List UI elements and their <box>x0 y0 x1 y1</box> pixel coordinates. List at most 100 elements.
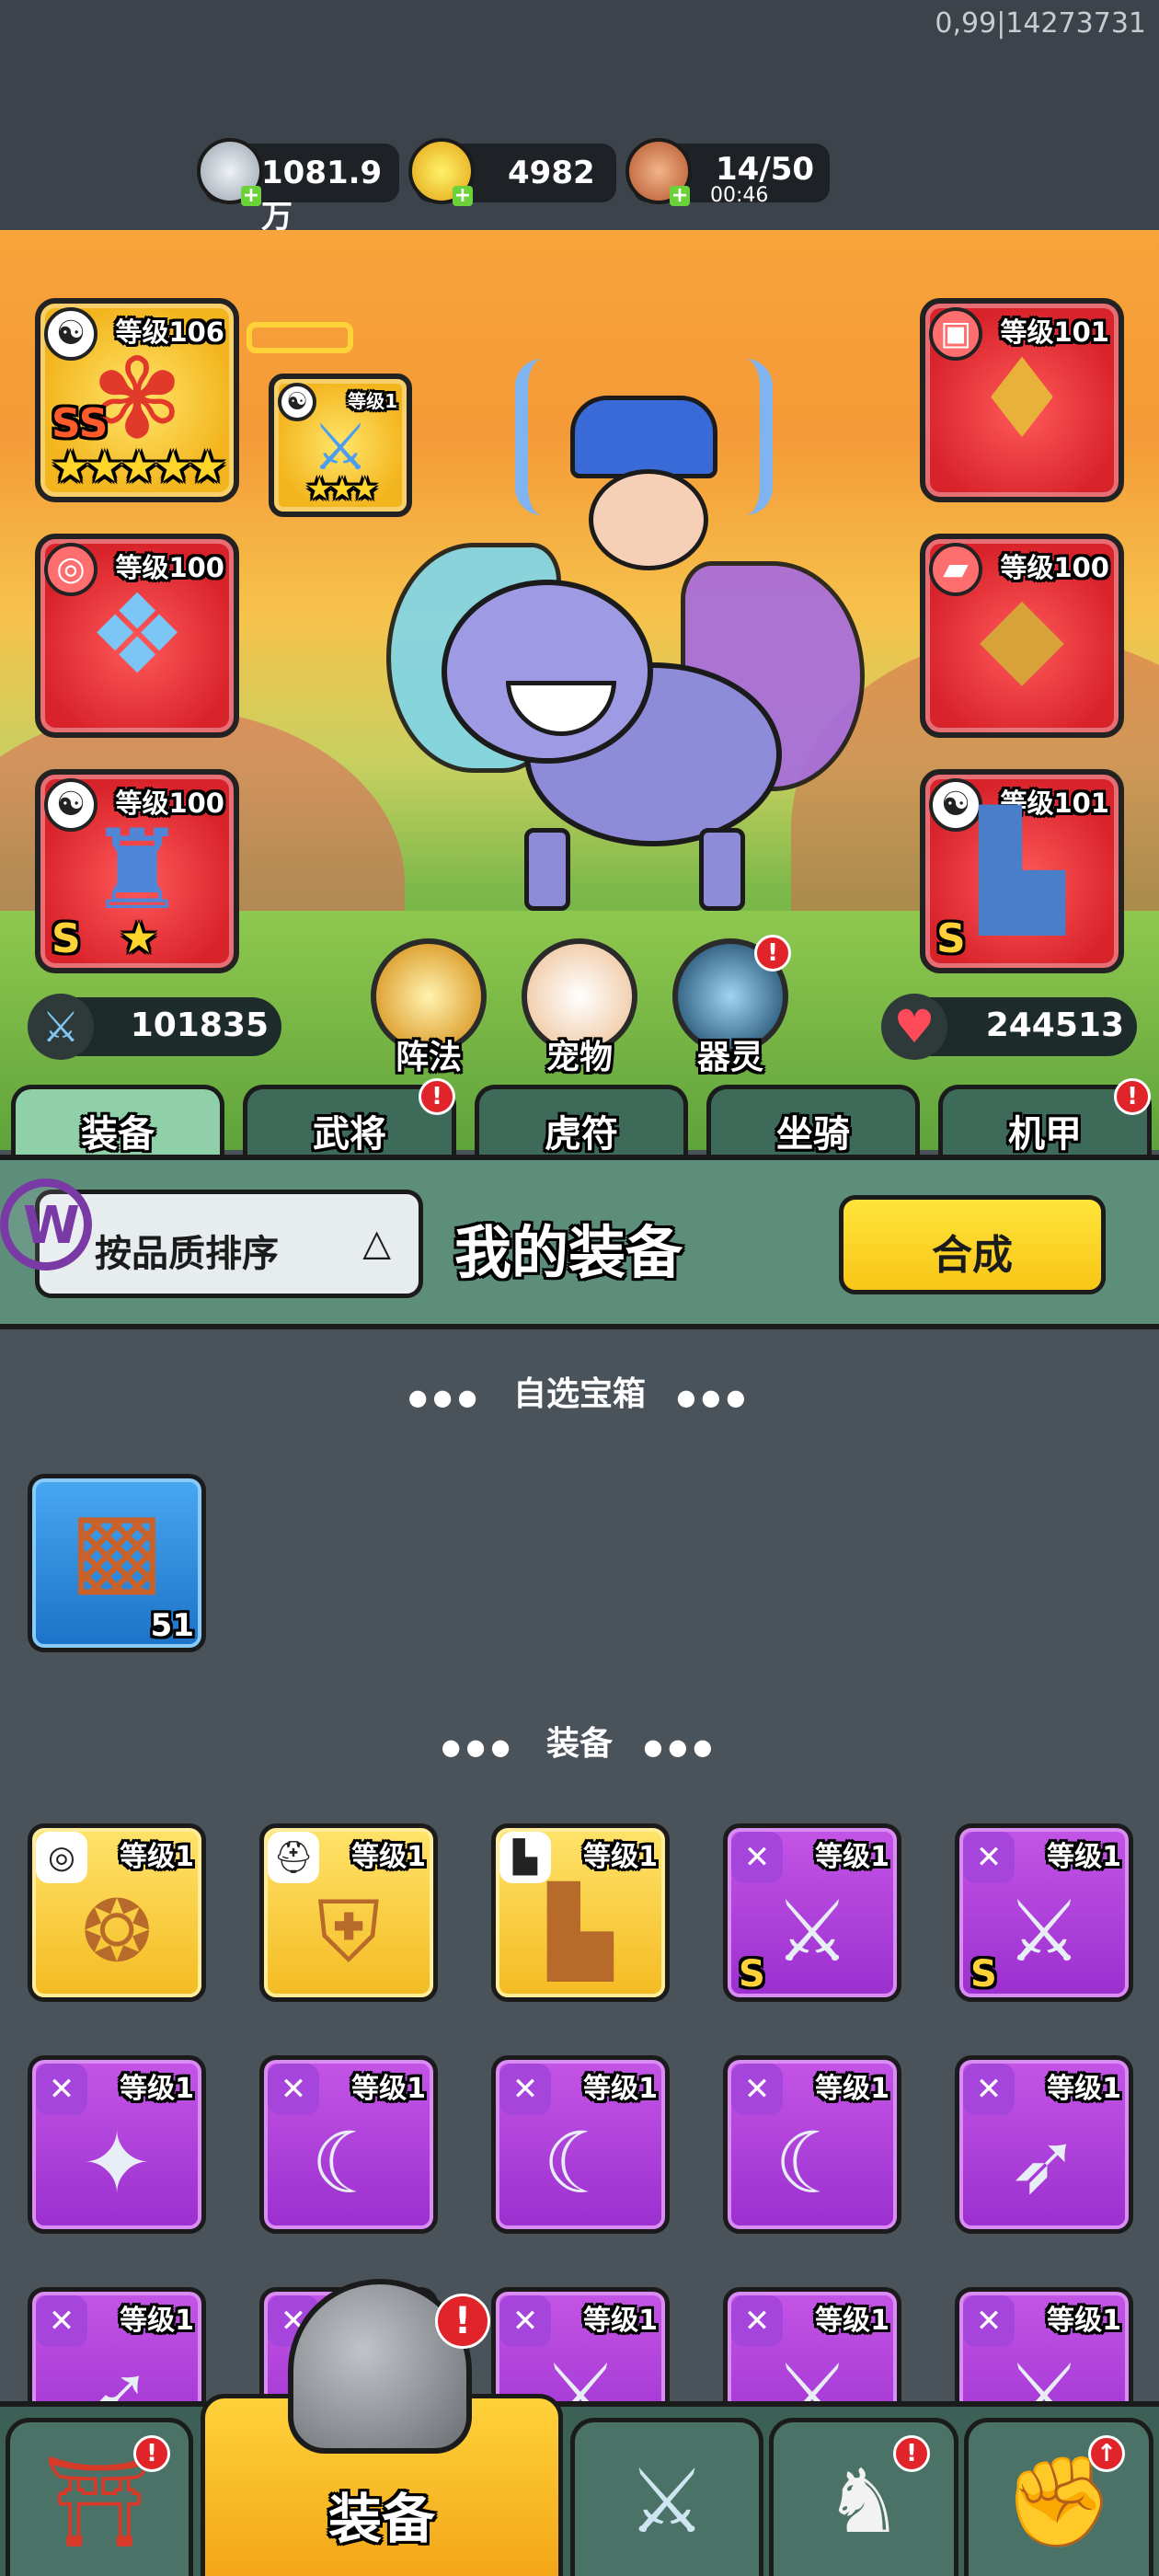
category-tabs: 装备 武将 ! 虎符 坐骑 机甲 ! <box>0 1072 1159 1164</box>
card-level: 等级1 <box>815 2073 889 2105</box>
version-text: 0,99|14273731 <box>935 7 1146 40</box>
grade-label: SS <box>52 400 109 447</box>
equipment-card[interactable]: ◎ 等级1 ❂ <box>28 1823 206 2002</box>
card-level: 等级1 <box>120 1841 194 1873</box>
equipment-card[interactable]: ✕ 等级1 ☾ <box>259 2055 438 2234</box>
sword-type-icon: ✕ <box>36 2295 87 2347</box>
sort-dropdown[interactable]: 按品质排序 △ <box>35 1190 423 1298</box>
stamina-timer: 00:46 <box>710 184 769 207</box>
crossed-swords-shield-icon: ⚔ <box>626 2450 707 2553</box>
add-silver-icon[interactable]: + <box>241 186 261 206</box>
sub-weapon-slot[interactable]: ☯ 等级1 ⚔ ★★★ <box>269 374 412 517</box>
equipment-section-header: ●●● 装备 ●●● <box>0 1717 1159 1765</box>
equipment-card[interactable]: ⛑ 等级1 ⛨ <box>259 1823 438 2002</box>
crossbow-icon: ➶ <box>1008 2114 1080 2213</box>
tab-mecha[interactable]: 机甲 ! <box>938 1078 1152 1164</box>
tab-label: 坐骑 <box>776 1113 850 1156</box>
heart-icon: ♥ <box>881 994 947 1060</box>
divider-dots: ●●● <box>407 1385 483 1410</box>
attack-value: 101835 <box>130 1006 269 1044</box>
stamina-counter[interactable]: + 14/50 00:46 <box>625 138 830 207</box>
tab-generals[interactable]: 武将 ! <box>243 1078 456 1164</box>
tab-label: 武将 <box>313 1113 386 1156</box>
elephant-mount[interactable] <box>386 524 865 911</box>
divider-dots: ●●● <box>643 1734 718 1760</box>
card-level: 等级1 <box>1047 2305 1121 2337</box>
tab-label: 机甲 <box>1008 1113 1082 1156</box>
tab-tiger-tally[interactable]: 虎符 <box>475 1085 688 1164</box>
helmet-slot[interactable]: ☯ 等级100 ♜ S ★ <box>35 769 239 973</box>
chevron-up-icon: △ <box>362 1222 391 1264</box>
mystery-chest-icon: ▩ <box>69 1489 165 1606</box>
sword-type-icon: ✕ <box>499 2064 551 2115</box>
shuriken-icon: ✦ <box>81 2114 153 2213</box>
silver-counter[interactable]: + 1081.9万 <box>197 138 399 236</box>
boot-type-icon: ▙ <box>499 1832 551 1883</box>
necklace-slot[interactable]: ◎ 等级100 ❖ <box>35 534 239 738</box>
nav-city[interactable]: ⛩ ! <box>6 2418 193 2576</box>
ice-amulet-icon: ❖ <box>87 571 187 699</box>
alert-badge: ! <box>893 2435 930 2472</box>
equipment-card[interactable]: ✕ 等级1 ✦ <box>28 2055 206 2234</box>
card-level: 等级1 <box>1047 2073 1121 2105</box>
hero-antler-left <box>515 359 570 515</box>
grade-label: S <box>739 1953 765 1995</box>
alert-badge: ! <box>754 935 791 972</box>
nav-upgrade[interactable]: ✊ ↑ <box>964 2418 1153 2576</box>
equipment-card[interactable]: ✕ 等级1 ➶ <box>955 2055 1133 2234</box>
alert-badge: ! <box>435 2294 490 2349</box>
upgrade-badge: ↑ <box>1088 2435 1125 2472</box>
sort-label: 按品质排序 <box>95 1233 279 1275</box>
equipment-card[interactable]: ✕ 等级1 ⚔ S <box>723 1823 901 2002</box>
nav-battle[interactable]: ⚔ <box>570 2418 763 2576</box>
scimitar-icon: ☾ <box>310 2114 387 2213</box>
logo-letter: W <box>23 1196 80 1256</box>
armor-slot[interactable]: ▣ 等级101 ♦ <box>920 298 1124 502</box>
boots-icon: ▙ <box>547 1882 614 1981</box>
chest-section-header: ●●● 自选宝箱 ●●● <box>0 1367 1159 1415</box>
fist-icon: ✊ <box>1004 2450 1114 2553</box>
tab-mounts[interactable]: 坐骑 <box>706 1085 920 1164</box>
equipment-section-title: 装备 <box>545 1725 613 1763</box>
boots-slot[interactable]: ☯ 等级101 ▙ S <box>920 769 1124 973</box>
add-gold-icon[interactable]: + <box>453 186 473 206</box>
elephant-head <box>442 580 653 764</box>
grade-label: S <box>970 1953 997 1995</box>
equipment-card[interactable]: ✕ 等级1 ☾ <box>723 2055 901 2234</box>
compose-label: 合成 <box>932 1232 1013 1279</box>
card-level: 等级1 <box>583 2073 658 2105</box>
attack-stat: ⚔ 101835 <box>28 994 281 1060</box>
bottom-nav: ⛩ ! ! 装备 ⚔ ♞ ! ✊ ↑ <box>0 2279 1159 2576</box>
compose-button[interactable]: 合成 <box>839 1195 1106 1294</box>
belt-slot[interactable]: ▰ 等级100 ◆ <box>920 534 1124 738</box>
sword-type-icon: ✕ <box>731 2064 783 2115</box>
elephant-leg <box>524 828 570 911</box>
elephant-leg <box>699 828 745 911</box>
nav-heroes[interactable]: ♞ ! <box>769 2418 958 2576</box>
nav-equipment[interactable]: ! 装备 <box>201 2279 563 2576</box>
card-level: 等级1 <box>815 2305 889 2337</box>
top-bar: 0,99|14273731 + 1081.9万 + 4982 + 14/50 0… <box>0 0 1159 236</box>
hp-stat: ♥ 244513 <box>881 994 1137 1060</box>
add-stamina-icon[interactable]: + <box>670 186 690 206</box>
weapon-slot[interactable]: ☯ 等级106 ✾ SS ★★★★★ <box>35 298 239 502</box>
gold-counter[interactable]: + 4982 <box>408 138 616 206</box>
star-rating: ★★★★★ <box>51 442 226 491</box>
grade-label: S <box>936 915 966 962</box>
sword-type-icon: ✕ <box>731 2295 783 2347</box>
tab-equipment[interactable]: 装备 <box>11 1085 224 1164</box>
card-level: 等级1 <box>351 1841 426 1873</box>
equipment-card[interactable]: ✕ 等级1 ⚔ S <box>955 1823 1133 2002</box>
sword-type-icon: ✕ <box>731 1832 783 1883</box>
scimitar-icon: ☾ <box>774 2114 851 2213</box>
equipment-card[interactable]: ▙ 等级1 ▙ <box>491 1823 670 2002</box>
card-level: 等级1 <box>351 2073 426 2105</box>
armor-icon: ⛨ <box>316 1882 381 1981</box>
sword-type-icon: ✕ <box>963 2295 1015 2347</box>
hero-antler-right <box>717 359 773 515</box>
alert-badge: ! <box>1114 1078 1151 1115</box>
equipment-card[interactable]: ✕ 等级1 ☾ <box>491 2055 670 2234</box>
tab-label: 装备 <box>81 1113 155 1156</box>
scimitar-icon: ☾ <box>542 2114 619 2213</box>
selectable-chest-card[interactable]: ▩ 51 <box>28 1474 206 1652</box>
